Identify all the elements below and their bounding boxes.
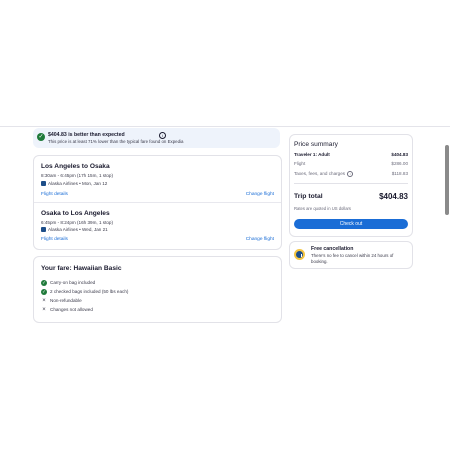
info-icon[interactable]: i — [159, 132, 166, 139]
change-flight-link-outbound[interactable]: Change flight — [246, 192, 274, 197]
fare-feature-text: Carry-on bag included — [50, 280, 96, 286]
check-icon: ✓ — [37, 133, 45, 141]
airline-logo-icon — [41, 181, 46, 186]
airline-info-return: Alaska Airlines • Wed, Jan 21 — [48, 227, 108, 232]
price-summary-title: Price summary — [294, 141, 338, 148]
x-icon: × — [42, 307, 46, 313]
trip-total-value: $404.83 — [379, 192, 408, 201]
airline-info-outbound: Alaska Airlines • Mon, Jan 12 — [48, 181, 108, 186]
flight-times-outbound: 8:30am - 6:45pm (17h 15m, 1 stop) — [41, 173, 114, 178]
fare-feature: × Changes not allowed — [41, 307, 93, 313]
flight-route-return: Osaka to Los Angeles — [41, 210, 110, 217]
cancellation-text: There's no fee to cancel within 24 hours… — [311, 253, 394, 264]
cancellation-title: Free cancellation — [311, 246, 354, 252]
flight-route-outbound: Los Angeles to Osaka — [41, 163, 110, 170]
taxes-label: Taxes, fees, and charges — [294, 171, 346, 177]
fare-feature: ✓ Carry-on bag included — [41, 280, 95, 286]
price-divider — [294, 183, 408, 184]
fare-card: Your fare: Hawaiian Basic ✓ Carry-on bag … — [33, 256, 282, 323]
fare-title: Your fare: Hawaiian Basic — [41, 265, 122, 272]
fare-feature-text: Changes not allowed — [50, 307, 93, 313]
vertical-scrollbar[interactable] — [445, 140, 449, 326]
taxes-value: $118.83 — [391, 171, 408, 176]
flight-price-value: $286.00 — [391, 161, 408, 166]
trip-total-label: Trip total — [294, 193, 323, 200]
flight-times-return: 6:45pm - 8:24pm (16h 39m, 1 stop) — [41, 220, 114, 225]
fare-feature-text: Non-refundable — [50, 298, 82, 304]
check-icon: ✓ — [41, 289, 47, 295]
traveler-label: Traveler 1: Adult — [294, 152, 330, 157]
currency-note: Rates are quoted in US dollars — [294, 206, 352, 211]
flight-divider — [34, 202, 281, 203]
x-icon: × — [42, 298, 46, 304]
info-icon[interactable]: i — [347, 171, 354, 177]
traveler-value: $404.83 — [391, 152, 408, 157]
price-summary-card: Price summary Traveler 1: Adult $404.83 … — [289, 134, 413, 237]
airline-logo-icon — [41, 227, 46, 232]
flight-details-link-return[interactable]: Flight details — [41, 237, 68, 242]
clock-icon — [294, 249, 305, 260]
free-cancellation-card: Free cancellation There's no fee to canc… — [289, 241, 413, 269]
banner-subtitle: This price is at least 71% lower than th… — [48, 139, 184, 144]
fare-feature: ✓ 2 checked bags included (50 lbs each) — [41, 289, 128, 295]
scrollbar-thumb[interactable] — [445, 145, 449, 215]
flights-card: Los Angeles to Osaka 8:30am - 6:45pm (17… — [33, 155, 282, 250]
check-icon: ✓ — [41, 280, 47, 286]
change-flight-link-return[interactable]: Change flight — [246, 237, 274, 242]
fare-feature: × Non-refundable — [41, 298, 82, 304]
price-insight-banner: ✓ $404.83 is better than expected i This… — [33, 128, 280, 148]
banner-title: $404.83 is better than expected — [48, 132, 125, 138]
fare-feature-text: 2 checked bags included (50 lbs each) — [50, 289, 129, 295]
flight-price-label: Flight — [294, 161, 306, 166]
checkout-button[interactable]: Check out — [294, 219, 408, 229]
flight-details-link-outbound[interactable]: Flight details — [41, 192, 68, 197]
